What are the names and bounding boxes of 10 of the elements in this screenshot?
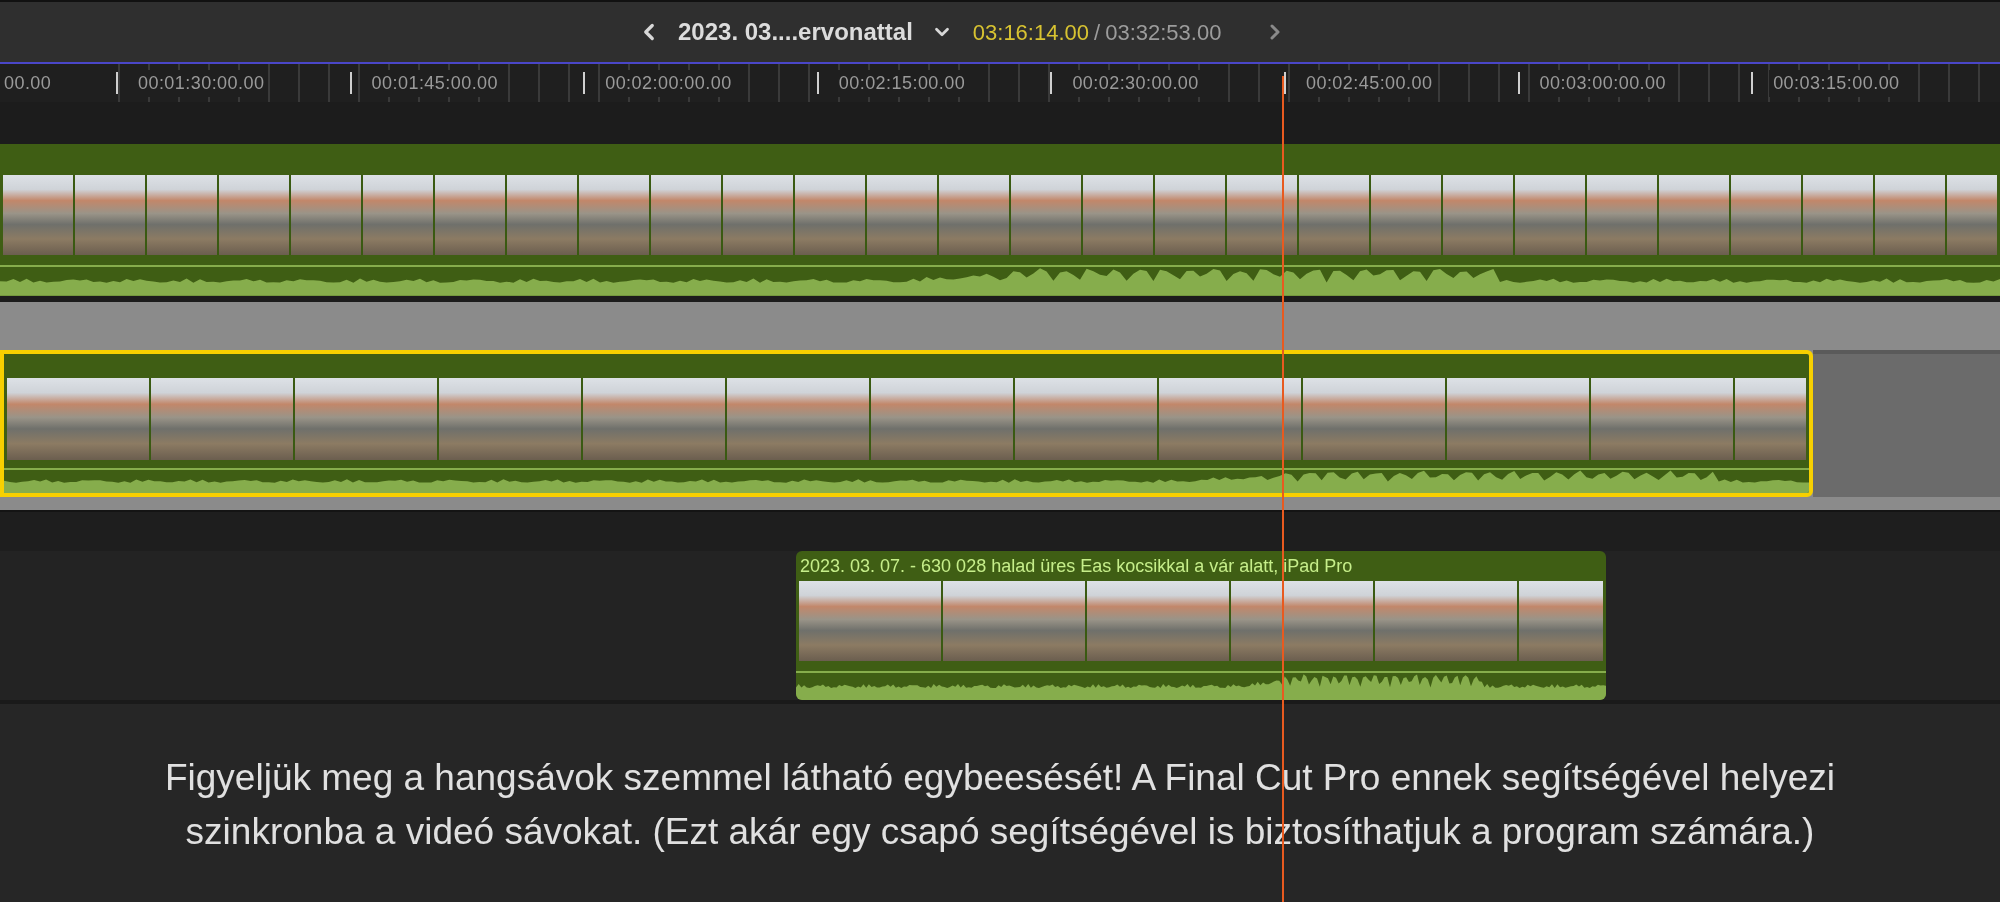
timecode-separator: /: [1094, 18, 1101, 47]
timeline-ruler[interactable]: 00.00 00:01:30:00.00 00:01:45:00.00 00:02:00:00.00 00:02:15:00.00 00:02:30:00.00 00:02:45:00.00 00:03:00:00.00 00:03:15:00.00: [0, 64, 2000, 102]
project-title[interactable]: 2023. 03....ervonattal: [678, 14, 913, 50]
clip-title: 2023. 03. 07. - 630 028 halad üres Eas kocsikkal a vár alatt, iPad Pro: [800, 557, 1353, 575]
duration-timecode: 03:32:53.00: [1105, 18, 1222, 47]
video-clip[interactable]: [0, 350, 1813, 497]
ruler-label: 00.00: [4, 71, 52, 95]
current-timecode: 03:16:14.00: [972, 18, 1090, 47]
video-clip[interactable]: [0, 144, 2000, 296]
video-clip[interactable]: 2023. 03. 07. - 630 028 halad üres Eas kocsikkal a vár alatt, iPad Pro: [796, 551, 1606, 700]
